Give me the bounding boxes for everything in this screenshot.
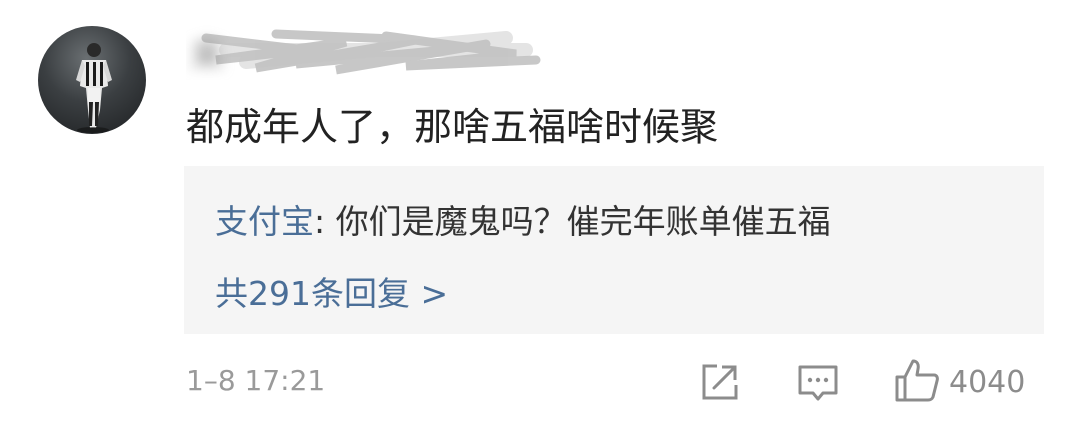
reply-author[interactable]: 支付宝 [215, 202, 314, 241]
comment-card: 来 都成年人了，那啥五福啥时候聚 支付宝: 你们是魔鬼吗？催完年账单催五福 共2… [0, 0, 1080, 429]
reply-separator: : [314, 202, 336, 241]
comment-icon[interactable] [796, 362, 840, 406]
avatar[interactable] [38, 26, 146, 134]
redaction-scribble [201, 29, 541, 75]
like-button[interactable]: 4040 [893, 356, 1025, 404]
share-icon[interactable] [700, 362, 740, 402]
thumbs-up-icon [893, 356, 941, 404]
like-count: 4040 [949, 364, 1026, 400]
reply-line: 支付宝: 你们是魔鬼吗？催完年账单催五福 [215, 195, 831, 243]
reply-preview[interactable]: 支付宝: 你们是魔鬼吗？催完年账单催五福 共291条回复 > [184, 166, 1044, 334]
username-redacted[interactable]: 来 [186, 20, 546, 80]
view-replies-link[interactable]: 共291条回复 > [215, 267, 448, 315]
comment-text: 都成年人了，那啥五福啥时候聚 [186, 105, 719, 149]
timestamp: 1–8 17:21 [186, 364, 326, 397]
reply-text: 你们是魔鬼吗？催完年账单催五福 [335, 202, 831, 241]
